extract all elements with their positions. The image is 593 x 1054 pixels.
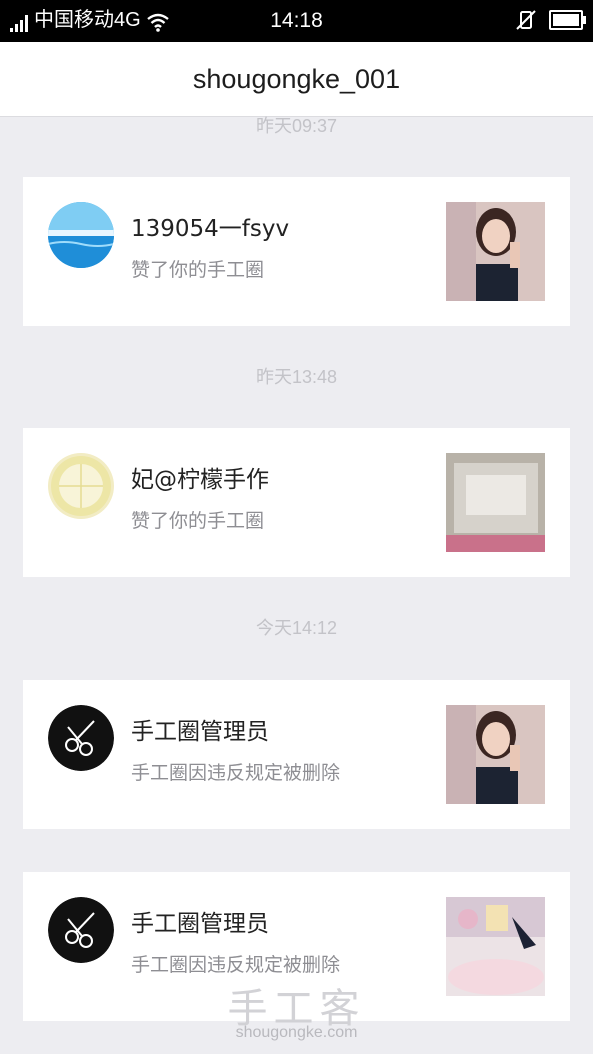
notification-action: 手工圈因违反规定被删除	[131, 762, 341, 784]
avatar[interactable]	[48, 897, 114, 963]
status-bar: 中国移动4G 14:18	[0, 0, 593, 42]
notification-name[interactable]: 手工圈管理员	[131, 712, 269, 746]
post-thumbnail[interactable]	[446, 453, 545, 552]
avatar[interactable]	[48, 705, 114, 771]
watermark-url: shougongke.com	[235, 1024, 358, 1041]
notification-item[interactable]: 手工圈管理员 手工圈因违反规定被删除	[23, 680, 570, 829]
avatar[interactable]	[48, 453, 114, 519]
time-label: 昨天13:48	[255, 367, 338, 387]
time-label: 今天14:12	[255, 618, 338, 638]
notification-action: 赞了你的手工圈	[131, 510, 265, 532]
notification-item[interactable]: 139054一fsyv 赞了你的手工圈	[23, 177, 570, 326]
doll-photo-icon	[446, 705, 545, 804]
time-label: 昨天09:37	[255, 116, 338, 136]
avatar[interactable]	[48, 202, 114, 268]
battery-icon	[549, 10, 586, 30]
page-title: shougongke_001	[192, 63, 401, 94]
notification-action: 手工圈因违反规定被删除	[131, 954, 341, 976]
beach-avatar-icon	[48, 202, 114, 268]
nav-header: shougongke_001	[0, 42, 593, 117]
notification-item[interactable]: 妃@柠檬手作 赞了你的手工圈	[23, 428, 570, 577]
scissors-avatar-icon	[48, 897, 114, 963]
notification-name[interactable]: 妃@柠檬手作	[131, 460, 269, 494]
status-right	[515, 9, 586, 31]
clock: 14:18	[270, 9, 323, 32]
lemon-avatar-icon	[48, 453, 114, 519]
vibrate-off-icon	[516, 10, 536, 30]
scissors-avatar-icon	[48, 705, 114, 771]
notification-name[interactable]: 139054一fsyv	[131, 209, 289, 243]
notification-action: 赞了你的手工圈	[131, 259, 265, 281]
post-thumbnail[interactable]	[446, 202, 545, 301]
doll-photo-icon	[446, 202, 545, 301]
post-thumbnail[interactable]	[446, 705, 545, 804]
notification-name[interactable]: 手工圈管理员	[131, 904, 269, 938]
package-photo-icon	[446, 453, 545, 552]
